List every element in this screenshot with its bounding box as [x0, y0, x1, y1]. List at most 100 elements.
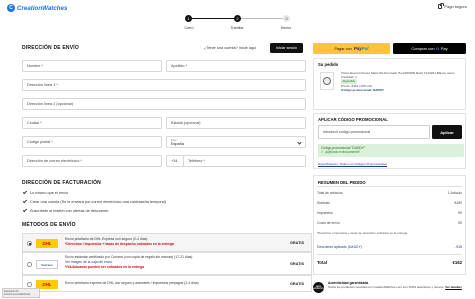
- summary-title: RESUMEN DEL PEDIDO: [318, 180, 366, 185]
- step-1-label: Carro: [184, 26, 194, 30]
- city-placeholder: Ciudad *: [27, 121, 42, 125]
- step-2-dot: 2: [234, 15, 241, 22]
- divider: [317, 186, 462, 187]
- discount-label: Descuento aplicado (DADDY): [317, 245, 362, 249]
- address-line2-field[interactable]: Dirección línea 2 (opcional): [22, 98, 306, 110]
- product-promo-code: Código promocional: DADDY: [341, 87, 384, 92]
- first-name-field[interactable]: Nombre *: [22, 60, 162, 72]
- authentic-seal-icon: 100% AUTÉNTICO: [312, 282, 325, 293]
- summary-value: €0: [458, 221, 462, 225]
- summary-row-taxes: Impuestos €0: [317, 211, 462, 215]
- billing-option-label: Crear una cuenta (Se le enviará por corr…: [30, 200, 166, 204]
- promo-applied-status: ✓ ¡Aplicado exitosamente!: [321, 150, 360, 155]
- divider: [317, 254, 462, 255]
- lock-icon: [438, 2, 444, 9]
- city-field[interactable]: Ciudad *: [22, 117, 162, 129]
- tooltip-line-2: ferreira.com/estadísticas: [4, 293, 31, 297]
- shipping-price: GRATIS: [289, 282, 304, 286]
- paypal-button[interactable]: Pagar con PayPal: [313, 43, 390, 54]
- shipping-price: GRATIS: [289, 262, 304, 266]
- paypal-prefix: Pagar con: [334, 46, 352, 51]
- google-pay-button[interactable]: Comprar con G Pay: [393, 43, 466, 54]
- authenticity-guarantee: 100% AUTÉNTICO Autenticidad garantizada …: [312, 281, 466, 299]
- product-details: Tissot Everest Power Matic 80 Automatic …: [341, 71, 461, 92]
- radio-button[interactable]: [27, 282, 32, 287]
- address-line1-field[interactable]: Dirección línea 1 *: [22, 79, 306, 91]
- postal-code-field[interactable]: Código postal *: [22, 136, 162, 148]
- summary-value: €0: [458, 211, 462, 215]
- brand-logo-icon: C: [7, 4, 15, 12]
- stock-badge: disponible: [341, 79, 357, 84]
- total-label: Total: [317, 260, 327, 265]
- shipping-option-text: Envío prioritario express de DHL con seg…: [65, 281, 199, 286]
- country-label: País *: [171, 138, 179, 142]
- step-3-label: Hecho: [280, 26, 292, 30]
- status-tooltip: Esperando lle. ferreira.com/estadísticas: [2, 288, 40, 298]
- account-question: ¿Tener una cuenta? Inicie aquí: [204, 46, 257, 50]
- address-line1-placeholder: Dirección línea 1 *: [27, 83, 58, 87]
- shipping-option-dhl-prepaid[interactable]: DHL Envío prioritario express de DHL con…: [22, 275, 312, 292]
- radio-button[interactable]: [27, 241, 32, 246]
- promo-code-input[interactable]: Introducir código promocional: [318, 125, 430, 139]
- shipping-price: GRATIS: [289, 241, 304, 245]
- step-3-dot: 3: [283, 15, 290, 22]
- phone-field[interactable]: Teléfono *: [183, 155, 306, 167]
- shipping-option-note: *Derechos / impuestos + tasas de despach…: [65, 242, 174, 246]
- shipping-option-text: Envío estándar certificado por Correos (…: [65, 255, 192, 270]
- coupon-title: APLICAR CÓDIGO PROMOCIONAL: [318, 117, 388, 122]
- billing-same-as-shipping[interactable]: Lo mismo que el envío: [22, 190, 69, 195]
- summary-label: Subtotal: [317, 201, 330, 205]
- phone-placeholder: Teléfono *: [188, 159, 205, 163]
- shipping-option-title: Envío prioritario express de DHL con seg…: [65, 281, 199, 285]
- summary-label: Impuestos: [317, 211, 333, 215]
- newsletter-option[interactable]: Suscríbete al boletín con ofertas de des…: [22, 208, 109, 213]
- step-2-label: Tramitar: [230, 26, 244, 30]
- summary-row-items: Total de artículos 1 Artículo: [317, 191, 462, 195]
- promo-applied-banner: Código promocional "DADDY" ✓ ¡Aplicado e…: [318, 144, 464, 157]
- phone-prefix-select[interactable]: +34: [166, 155, 184, 167]
- apply-promo-button[interactable]: Aplicar: [432, 125, 462, 139]
- summary-label: Costo de envío: [317, 221, 340, 225]
- login-button[interactable]: Iniciar sesión: [270, 43, 303, 53]
- last-name-field[interactable]: Apellido *: [166, 60, 306, 72]
- address-line2-placeholder: Dirección línea 2 (opcional): [27, 102, 74, 106]
- summary-value: €180: [454, 201, 462, 205]
- state-placeholder: Estado (opcional): [171, 121, 201, 125]
- coupon-panel: APLICAR CÓDIGO PROMOCIONAL: [313, 113, 466, 169]
- billing-title: DIRECCIÓN DE FACTURACIÓN: [22, 180, 101, 186]
- guarantee-text: Autenticidad garantizada Todos los produ…: [328, 281, 462, 290]
- create-account-option[interactable]: Crear una cuenta (Se le enviará por corr…: [22, 199, 166, 204]
- email-field[interactable]: Dirección de correo electrónico *: [22, 155, 162, 167]
- guarantee-details-link[interactable]: Ver detalles: [445, 285, 462, 289]
- shipping-option-text: Envío prioritario de DHL Express con seg…: [65, 237, 174, 247]
- shipping-methods-title: MÉTODOS DE ENVÍO: [22, 222, 76, 228]
- dhl-logo-icon: DHL: [36, 239, 58, 248]
- guarantee-body: Todos los productos vendidos en Creation…: [328, 284, 445, 289]
- brand-logo[interactable]: C CreationWatches: [7, 4, 67, 12]
- checkmark-icon: [22, 199, 28, 204]
- summary-value: 1 Artículo: [447, 191, 462, 195]
- order-panel: Su pedido Tissot Everest Power Matic 80 …: [313, 58, 466, 110]
- phone-prefix-value: +34: [171, 159, 178, 163]
- country-value: España: [171, 141, 184, 146]
- shipping-option-dhl-express[interactable]: DHL Envío prioritario de DHL Express con…: [22, 233, 312, 252]
- discount-value: - €18: [454, 245, 462, 249]
- step-connector: [188, 18, 238, 19]
- secure-label: Pago seguro: [444, 4, 467, 9]
- shipping-option-correos[interactable]: Correos Envío estándar certificado por C…: [22, 252, 312, 275]
- summary-row-shipping: Costo de envío €0: [317, 221, 462, 225]
- postal-code-placeholder: Código postal *: [27, 140, 53, 144]
- promo-terms-link[interactable]: Especificación, Todos Los Códigos Promoc…: [318, 162, 387, 166]
- state-field[interactable]: Estado (opcional): [166, 117, 306, 129]
- country-select[interactable]: País * España: [166, 136, 306, 148]
- billing-option-label: Suscríbete al boletín con ofertas de des…: [30, 209, 109, 213]
- summary-duties-note: *Derechos / impuestos + tasas de despach…: [317, 231, 408, 235]
- summary-label: Total de artículos: [317, 191, 343, 195]
- billing-option-label: Lo mismo que el envío: [30, 191, 69, 195]
- email-placeholder: Dirección de correo electrónico *: [27, 159, 82, 163]
- google-logo-icon: G: [436, 46, 440, 51]
- total-value: €162: [452, 260, 462, 265]
- step-1-dot: 1: [185, 15, 192, 22]
- radio-button[interactable]: [27, 262, 32, 267]
- correos-logo-icon: Correos: [36, 260, 58, 269]
